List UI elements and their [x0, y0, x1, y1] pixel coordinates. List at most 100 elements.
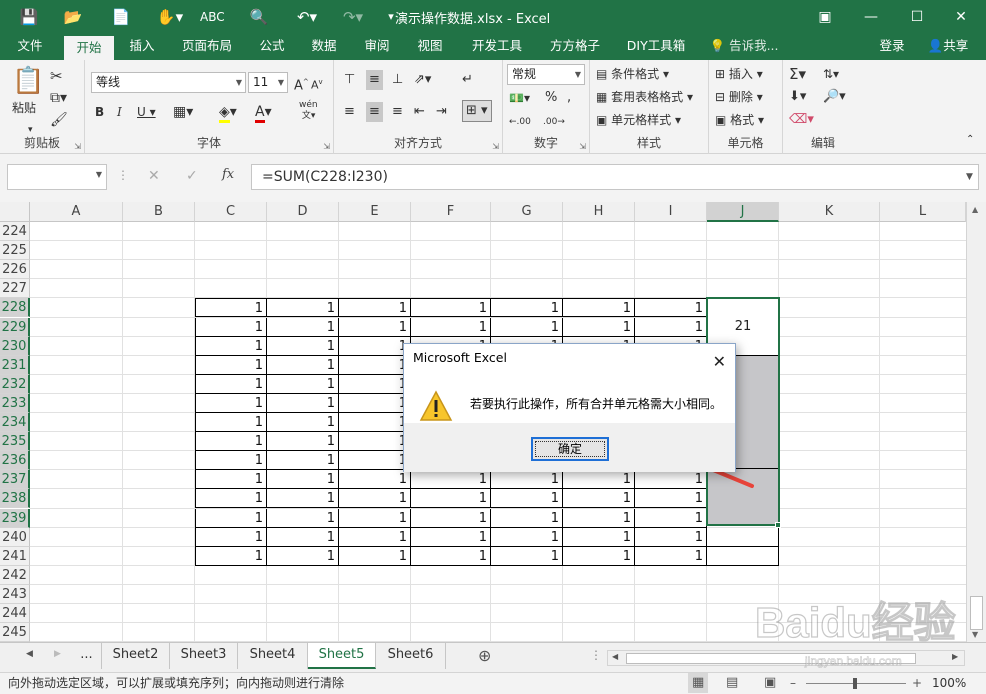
row-header-240[interactable]: 240	[0, 527, 30, 547]
data-cell[interactable]: 1	[635, 508, 707, 528]
copy-icon[interactable]: ⧉▾	[50, 88, 67, 108]
vertical-scrollbar[interactable]: ▲ ▼	[966, 202, 986, 642]
align-bottom-icon[interactable]: ⊥	[392, 70, 403, 90]
column-header-h[interactable]: H	[563, 202, 635, 222]
data-cell[interactable]: 1	[635, 546, 707, 566]
column-header-g[interactable]: G	[491, 202, 563, 222]
column-header-d[interactable]: D	[267, 202, 339, 222]
italic-button[interactable]: I	[117, 102, 122, 122]
comma-icon[interactable]: ,	[567, 88, 571, 108]
data-cell[interactable]: 1	[491, 546, 563, 566]
cancel-entry-icon[interactable]: ✕	[148, 168, 160, 184]
align-top-icon[interactable]: ⊤	[344, 70, 355, 90]
page-break-view-icon[interactable]: ▣	[764, 673, 776, 693]
tab-home[interactable]: 开始	[64, 36, 114, 60]
undo-icon[interactable]: ↶▾	[290, 6, 324, 28]
zoom-in-icon[interactable]: +	[912, 673, 922, 693]
data-cell[interactable]: 1	[339, 355, 411, 375]
align-left-icon[interactable]: ≡	[344, 102, 355, 122]
spelling-icon[interactable]: ABC	[200, 6, 225, 28]
column-header-i[interactable]: I	[635, 202, 707, 222]
data-cell[interactable]: 1	[491, 298, 563, 318]
next-sheet-icon[interactable]: ▶	[54, 649, 61, 659]
ribbon-display-icon[interactable]: ▣	[810, 5, 840, 29]
font-name-combo[interactable]: 等线 ▼	[91, 72, 246, 93]
data-cell[interactable]: 1	[267, 546, 339, 566]
data-cell[interactable]: 1	[267, 317, 339, 337]
sheet-tab-sheet3[interactable]: Sheet3	[170, 643, 238, 669]
align-center-icon[interactable]: ≡	[366, 102, 383, 122]
row-header-237[interactable]: 237	[0, 470, 30, 490]
data-cell[interactable]: 1	[267, 393, 339, 413]
data-cell[interactable]: 1	[339, 393, 411, 413]
delete-cells-button[interactable]: ⊟ 删除 ▾	[715, 87, 763, 107]
number-format-combo[interactable]: 常规 ▼	[507, 64, 585, 85]
column-header-j[interactable]: J	[707, 202, 779, 222]
data-cell[interactable]: 1	[491, 508, 563, 528]
percent-icon[interactable]: %	[545, 88, 557, 108]
sheet-tab-more[interactable]: ...	[72, 643, 102, 669]
data-cell[interactable]: 1	[195, 317, 267, 337]
data-cell[interactable]: 1	[267, 508, 339, 528]
data-cell[interactable]: 1	[339, 317, 411, 337]
empty-bordered-cell[interactable]	[707, 546, 779, 566]
redo-icon[interactable]: ↷▾	[336, 6, 370, 28]
tab-page-layout[interactable]: 页面布局	[172, 34, 242, 60]
borders-icon[interactable]: ▦▾	[173, 102, 193, 122]
data-cell[interactable]: 1	[339, 470, 411, 490]
format-as-table-button[interactable]: ▦ 套用表格格式 ▾	[596, 87, 693, 107]
data-cell[interactable]: 1	[195, 546, 267, 566]
find-select-icon[interactable]: 🔎▾	[823, 87, 846, 107]
align-right-icon[interactable]: ≡	[392, 102, 403, 122]
data-cell[interactable]: 1	[267, 432, 339, 452]
data-cell[interactable]: 1	[267, 451, 339, 471]
zoom-slider-thumb[interactable]	[853, 678, 857, 689]
row-header-236[interactable]: 236	[0, 451, 30, 471]
open-folder-icon[interactable]: 📂	[62, 6, 84, 28]
data-cell[interactable]: 1	[491, 489, 563, 509]
confirm-entry-icon[interactable]: ✓	[186, 168, 198, 184]
zoom-level[interactable]: 100%	[932, 673, 966, 693]
data-cell[interactable]: 1	[339, 432, 411, 452]
ok-button[interactable]: 确定	[531, 437, 609, 461]
sheet-tab-sheet5[interactable]: Sheet5	[308, 643, 376, 669]
share-button[interactable]: 👤共享	[916, 34, 980, 60]
row-header-231[interactable]: 231	[0, 355, 30, 375]
select-all-button[interactable]	[0, 202, 30, 222]
clear-icon[interactable]: ⌫▾	[789, 110, 814, 130]
data-cell[interactable]: 1	[195, 489, 267, 509]
increase-indent-icon[interactable]: ⇥	[436, 102, 447, 122]
sort-filter-icon[interactable]: ⇅▾	[823, 64, 839, 84]
decrease-font-icon[interactable]: Av	[311, 72, 323, 96]
chevron-down-icon[interactable]: ▼	[96, 170, 102, 179]
formula-input[interactable]: =SUM(C228:I230)	[251, 164, 979, 190]
touch-mode-icon[interactable]: ✋▾	[155, 6, 185, 28]
tab-data[interactable]: 数据	[302, 34, 346, 60]
page-layout-view-icon[interactable]: ▤	[726, 673, 738, 693]
data-cell[interactable]: 1	[411, 317, 491, 337]
scroll-up-icon[interactable]: ▲	[972, 205, 978, 214]
column-header-f[interactable]: F	[411, 202, 491, 222]
font-launcher-icon[interactable]: ⇲	[323, 142, 330, 151]
data-cell[interactable]: 1	[267, 413, 339, 433]
data-cell[interactable]: 1	[563, 508, 635, 528]
column-header-c[interactable]: C	[195, 202, 267, 222]
row-header-232[interactable]: 232	[0, 374, 30, 394]
increase-font-icon[interactable]: A^	[294, 72, 309, 96]
increase-decimal-icon[interactable]: ←.00	[509, 112, 531, 132]
data-cell[interactable]: 1	[339, 508, 411, 528]
data-cell[interactable]: 1	[195, 298, 267, 318]
data-cell[interactable]: 1	[339, 413, 411, 433]
vertical-scroll-thumb[interactable]	[970, 596, 983, 630]
font-color-icon[interactable]: A▾	[255, 102, 272, 123]
data-cell[interactable]: 1	[411, 527, 491, 547]
sheet-tab-sheet2[interactable]: Sheet2	[102, 643, 170, 669]
data-cell[interactable]: 1	[563, 317, 635, 337]
data-cell[interactable]: 1	[195, 374, 267, 394]
fill-icon[interactable]: ⬇▾	[789, 87, 806, 107]
tab-developer[interactable]: 开发工具	[462, 34, 532, 60]
insert-cells-button[interactable]: ⊞ 插入 ▾	[715, 64, 763, 84]
data-cell[interactable]: 1	[411, 470, 491, 490]
data-cell[interactable]: 1	[635, 298, 707, 318]
data-cell[interactable]: 1	[635, 317, 707, 337]
